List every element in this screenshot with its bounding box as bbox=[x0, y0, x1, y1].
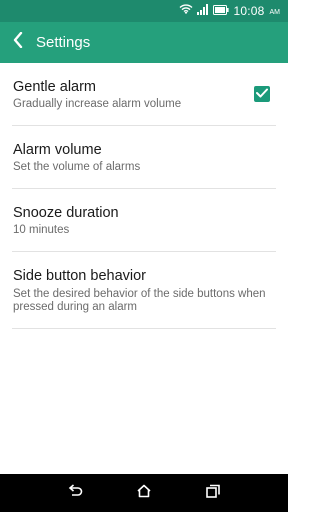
setting-title: Alarm volume bbox=[13, 142, 102, 158]
page-title: Settings bbox=[36, 34, 91, 51]
setting-subtitle: 10 minutes bbox=[13, 224, 70, 236]
app-bar: Settings bbox=[0, 22, 288, 63]
wifi-icon bbox=[179, 2, 193, 20]
setting-alarm-volume[interactable]: Alarm volume Set the volume of alarms bbox=[0, 126, 288, 189]
nav-recents-button[interactable] bbox=[197, 477, 229, 509]
chevron-left-icon bbox=[12, 31, 24, 53]
clock-ampm: AM bbox=[269, 8, 281, 16]
setting-title: Side button behavior bbox=[13, 268, 147, 284]
setting-gentle-alarm[interactable]: Gentle alarm Gradually increase alarm vo… bbox=[0, 63, 288, 126]
setting-subtitle: Set the desired behavior of the side but… bbox=[13, 288, 266, 313]
back-icon bbox=[67, 483, 83, 503]
check-icon bbox=[256, 85, 268, 103]
setting-title: Gentle alarm bbox=[13, 79, 97, 95]
setting-subtitle: Gradually increase alarm volume bbox=[13, 98, 182, 110]
settings-list: Gentle alarm Gradually increase alarm vo… bbox=[0, 63, 288, 329]
status-bar: 10:08 AM bbox=[0, 0, 288, 22]
setting-snooze-duration[interactable]: Snooze duration 10 minutes bbox=[0, 189, 288, 252]
battery-icon bbox=[213, 2, 230, 20]
signal-icon bbox=[197, 2, 209, 20]
setting-title: Snooze duration bbox=[13, 205, 119, 221]
setting-subtitle: Set the volume of alarms bbox=[13, 161, 141, 173]
gentle-alarm-checkbox[interactable] bbox=[254, 86, 270, 102]
recents-icon bbox=[205, 484, 221, 503]
nav-home-button[interactable] bbox=[128, 477, 160, 509]
home-icon bbox=[136, 484, 152, 503]
divider bbox=[12, 328, 276, 329]
navigation-bar bbox=[0, 474, 288, 512]
clock-time: 10:08 bbox=[233, 4, 265, 18]
back-button[interactable] bbox=[0, 22, 36, 63]
nav-back-button[interactable] bbox=[59, 477, 91, 509]
setting-side-button-behavior[interactable]: Side button behavior Set the desired beh… bbox=[0, 252, 288, 329]
